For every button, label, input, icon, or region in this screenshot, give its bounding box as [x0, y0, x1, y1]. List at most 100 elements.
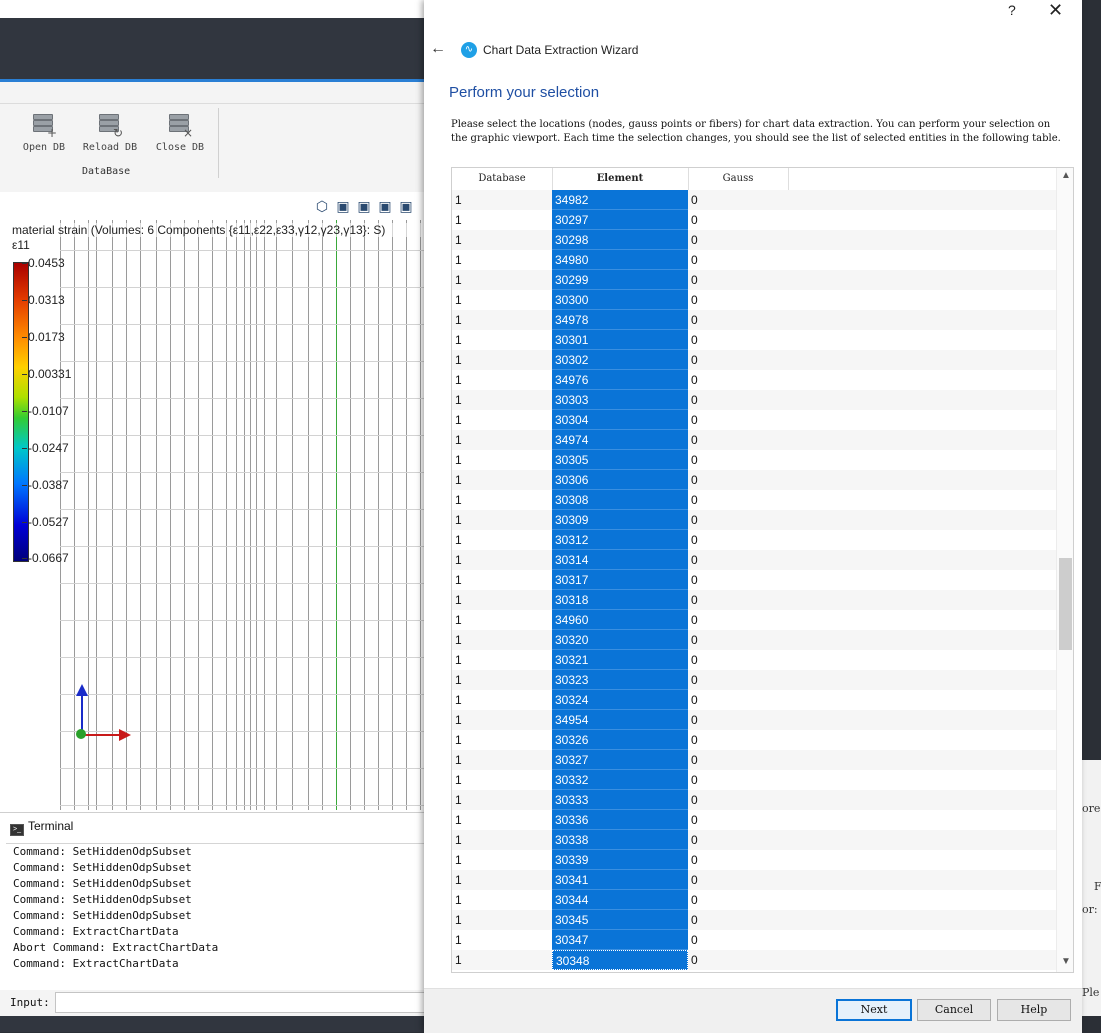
help-button[interactable]: Help	[997, 999, 1071, 1021]
table-row[interactable]: 1 30297 0	[452, 210, 1056, 230]
database-cell[interactable]: 1	[452, 430, 552, 450]
gauss-cell[interactable]: 0	[688, 450, 788, 470]
element-cell[interactable]: 30338	[552, 830, 688, 850]
element-cell[interactable]: 30299	[552, 270, 688, 290]
close-db-button[interactable]: × Close DB	[148, 114, 212, 153]
gauss-cell[interactable]: 0	[688, 430, 788, 450]
reload-db-button[interactable]: ↻ Reload DB	[78, 114, 142, 153]
gauss-cell[interactable]: 0	[688, 510, 788, 530]
table-row[interactable]: 1 34954 0	[452, 710, 1056, 730]
element-cell[interactable]: 30314	[552, 550, 688, 570]
element-cell[interactable]: 30344	[552, 890, 688, 910]
gauss-cell[interactable]: 0	[688, 630, 788, 650]
element-cell[interactable]: 30324	[552, 690, 688, 710]
column-header-database[interactable]: Database	[452, 168, 553, 190]
gauss-cell[interactable]: 0	[688, 850, 788, 870]
gauss-cell[interactable]: 0	[688, 690, 788, 710]
gauss-cell[interactable]: 0	[688, 890, 788, 910]
database-cell[interactable]: 1	[452, 830, 552, 850]
database-cell[interactable]: 1	[452, 690, 552, 710]
table-row[interactable]: 1 30312 0	[452, 530, 1056, 550]
database-cell[interactable]: 1	[452, 530, 552, 550]
table-row[interactable]: 1 30327 0	[452, 750, 1056, 770]
element-cell[interactable]: 30339	[552, 850, 688, 870]
database-cell[interactable]: 1	[452, 770, 552, 790]
database-cell[interactable]: 1	[452, 570, 552, 590]
gauss-cell[interactable]: 0	[688, 250, 788, 270]
gauss-cell[interactable]: 0	[688, 390, 788, 410]
gauss-cell[interactable]: 0	[688, 350, 788, 370]
gauss-cell[interactable]: 0	[688, 190, 788, 210]
element-cell[interactable]: 30333	[552, 790, 688, 810]
gauss-cell[interactable]: 0	[688, 670, 788, 690]
element-cell[interactable]: 34980	[552, 250, 688, 270]
gauss-cell[interactable]: 0	[688, 910, 788, 930]
database-cell[interactable]: 1	[452, 670, 552, 690]
element-cell[interactable]: 30298	[552, 230, 688, 250]
table-row[interactable]: 1 30317 0	[452, 570, 1056, 590]
database-cell[interactable]: 1	[452, 870, 552, 890]
database-cell[interactable]: 1	[452, 450, 552, 470]
open-db-button[interactable]: + Open DB	[12, 114, 76, 153]
database-cell[interactable]: 1	[452, 210, 552, 230]
gauss-cell[interactable]: 0	[688, 830, 788, 850]
table-row[interactable]: 1 34978 0	[452, 310, 1056, 330]
database-cell[interactable]: 1	[452, 730, 552, 750]
database-cell[interactable]: 1	[452, 490, 552, 510]
database-cell[interactable]: 1	[452, 750, 552, 770]
element-cell[interactable]: 30302	[552, 350, 688, 370]
gauss-cell[interactable]: 0	[688, 770, 788, 790]
table-row[interactable]: 1 30324 0	[452, 690, 1056, 710]
element-cell[interactable]: 34978	[552, 310, 688, 330]
gauss-cell[interactable]: 0	[688, 330, 788, 350]
database-cell[interactable]: 1	[452, 330, 552, 350]
table-row[interactable]: 1 30318 0	[452, 590, 1056, 610]
table-row[interactable]: 1 30323 0	[452, 670, 1056, 690]
gauss-cell[interactable]: 0	[688, 570, 788, 590]
gauss-cell[interactable]: 0	[688, 490, 788, 510]
database-cell[interactable]: 1	[452, 590, 552, 610]
element-cell[interactable]: 30312	[552, 530, 688, 550]
gauss-cell[interactable]: 0	[688, 370, 788, 390]
side-view-icon[interactable]: ▣	[356, 198, 372, 214]
database-cell[interactable]: 1	[452, 350, 552, 370]
column-header-gauss[interactable]: Gauss	[688, 168, 789, 190]
element-cell[interactable]: 30323	[552, 670, 688, 690]
table-row[interactable]: 1 30309 0	[452, 510, 1056, 530]
element-cell[interactable]: 34954	[552, 710, 688, 730]
table-row[interactable]: 1 30308 0	[452, 490, 1056, 510]
gauss-cell[interactable]: 0	[688, 310, 788, 330]
table-row[interactable]: 1 30339 0	[452, 850, 1056, 870]
element-cell[interactable]: 30321	[552, 650, 688, 670]
table-row[interactable]: 1 30347 0	[452, 930, 1056, 950]
database-cell[interactable]: 1	[452, 190, 552, 210]
gauss-cell[interactable]: 0	[688, 610, 788, 630]
element-cell[interactable]: 30297	[552, 210, 688, 230]
database-cell[interactable]: 1	[452, 510, 552, 530]
database-cell[interactable]: 1	[452, 390, 552, 410]
table-row[interactable]: 1 30301 0	[452, 330, 1056, 350]
element-cell[interactable]: 30348	[552, 950, 688, 970]
element-cell[interactable]: 34982	[552, 190, 688, 210]
graphic-viewport[interactable]: ⬡ ▣ ▣ ▣ ▣ material strain (Volumes: 6 Co…	[0, 192, 424, 812]
database-cell[interactable]: 1	[452, 310, 552, 330]
next-button[interactable]: Next	[836, 999, 912, 1021]
table-row[interactable]: 1 30314 0	[452, 550, 1056, 570]
element-cell[interactable]: 34960	[552, 610, 688, 630]
table-row[interactable]: 1 30306 0	[452, 470, 1056, 490]
element-cell[interactable]: 30332	[552, 770, 688, 790]
cancel-button[interactable]: Cancel	[917, 999, 991, 1021]
scroll-up-icon[interactable]: ▲	[1061, 170, 1071, 181]
table-row[interactable]: 1 30320 0	[452, 630, 1056, 650]
table-row[interactable]: 1 30333 0	[452, 790, 1056, 810]
table-row[interactable]: 1 34974 0	[452, 430, 1056, 450]
element-cell[interactable]: 34974	[552, 430, 688, 450]
element-cell[interactable]: 30303	[552, 390, 688, 410]
element-cell[interactable]: 30309	[552, 510, 688, 530]
table-row[interactable]: 1 30348 0	[452, 950, 1056, 970]
gauss-cell[interactable]: 0	[688, 590, 788, 610]
help-icon[interactable]: ?	[1008, 2, 1016, 18]
gauss-cell[interactable]: 0	[688, 270, 788, 290]
element-cell[interactable]: 30345	[552, 910, 688, 930]
table-row[interactable]: 1 30338 0	[452, 830, 1056, 850]
